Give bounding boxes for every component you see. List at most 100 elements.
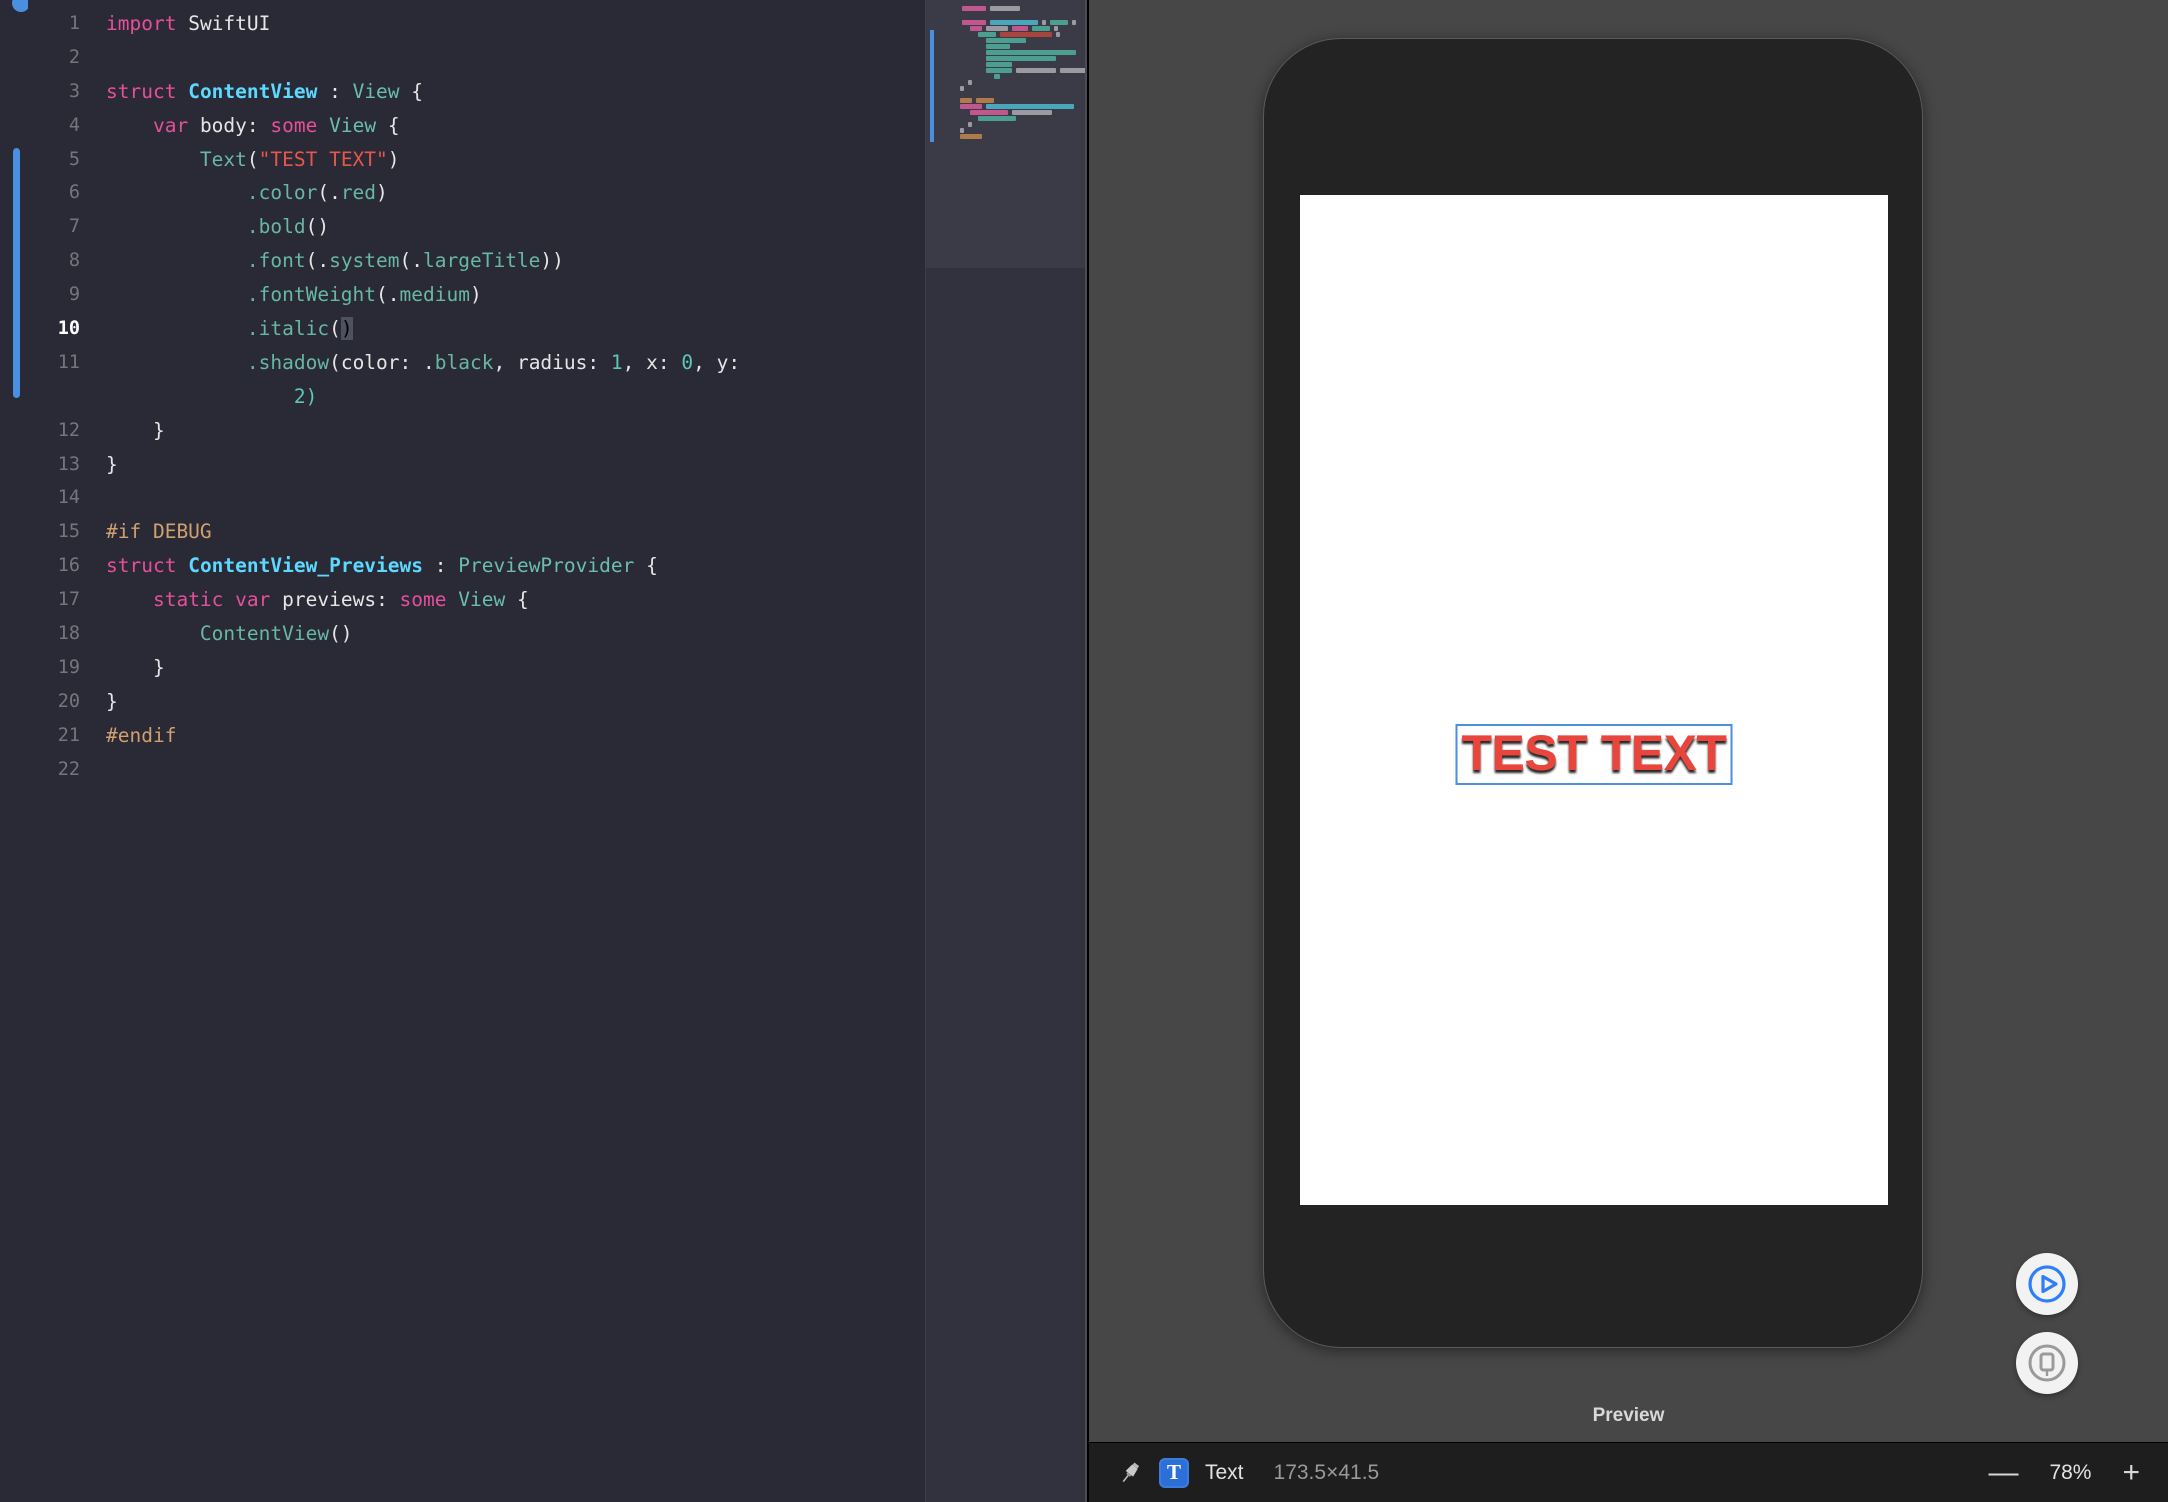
code-token: largeTitle xyxy=(423,249,541,273)
minimap-row xyxy=(960,104,982,109)
live-preview-button[interactable] xyxy=(2016,1253,2078,1315)
code-token: { xyxy=(634,554,658,578)
editor-scrollbar[interactable] xyxy=(1085,0,1087,1502)
code-text[interactable]: struct ContentView_Previews : PreviewPro… xyxy=(106,554,658,577)
code-token: } xyxy=(106,655,165,679)
device-screen[interactable]: TEST TEXT xyxy=(1300,195,1888,1205)
zoom-out-button[interactable]: — xyxy=(1988,1457,2018,1488)
code-text[interactable]: .shadow(color: .black, radius: 1, x: 0, … xyxy=(106,351,740,374)
code-text[interactable]: .italic() xyxy=(106,317,353,341)
code-token: #if DEBUG xyxy=(106,520,212,544)
line-number: 15 xyxy=(57,521,80,543)
code-token: 0 xyxy=(681,350,694,374)
code-text[interactable]: } xyxy=(106,419,165,442)
code-token: italic xyxy=(258,317,330,341)
minimap-row xyxy=(976,98,994,103)
code-token: ) xyxy=(305,384,318,408)
code-token: previews: xyxy=(270,588,400,612)
code-text[interactable]: } xyxy=(106,656,165,679)
code-token: () xyxy=(305,215,330,239)
code-token: ContentView_Previews xyxy=(188,554,424,578)
minimap-row xyxy=(990,20,1038,25)
minimap-row xyxy=(986,38,1026,43)
code-text[interactable]: .font(.system(.largeTitle)) xyxy=(106,249,564,272)
code-token: some xyxy=(270,113,318,137)
minimap-row xyxy=(1012,26,1028,31)
code-text[interactable]: #endif xyxy=(106,724,176,747)
zoom-in-button[interactable]: + xyxy=(2122,1457,2140,1488)
code-token: Text xyxy=(199,147,247,171)
code-token: } xyxy=(106,418,165,442)
line-number: 1 xyxy=(68,13,80,34)
minimap-row xyxy=(986,62,1012,67)
code-text[interactable]: } xyxy=(106,453,118,476)
pin-icon[interactable] xyxy=(1117,1460,1143,1486)
code-token: : xyxy=(317,79,353,103)
code-token: : xyxy=(587,350,611,374)
code-text[interactable]: } xyxy=(106,690,118,713)
code-token: static xyxy=(152,588,224,612)
code-text[interactable]: static var previews: some View { xyxy=(106,588,529,611)
preview-canvas[interactable]: TEST TEXT Preview xyxy=(1089,0,2168,1442)
minimap-row xyxy=(986,44,1010,49)
uncommitted-change-bar xyxy=(13,148,20,398)
code-text[interactable]: 2) xyxy=(106,384,318,408)
line-number: 9 xyxy=(68,284,80,306)
code-token: (. xyxy=(305,249,330,273)
line-number: 7 xyxy=(68,216,80,238)
line-number: 14 xyxy=(57,487,80,509)
source-editor-pane: 1 import SwiftUI 2 3 struct ContentView : Vi… xyxy=(0,0,1087,1502)
code-token: font xyxy=(258,249,306,273)
minimap-row xyxy=(968,122,972,127)
code-token: (. xyxy=(317,181,341,205)
code-token: { xyxy=(376,113,400,137)
code-text[interactable]: ContentView() xyxy=(106,622,353,645)
code-token: bold xyxy=(258,215,306,239)
code-token: : xyxy=(728,350,741,374)
status-bar-left-group: T Text 173.5×41.5 xyxy=(1117,1457,1379,1488)
minimap-row xyxy=(960,134,982,139)
minimap-row xyxy=(970,26,982,31)
code-text[interactable]: .fontWeight(.medium) xyxy=(106,283,482,306)
code-text[interactable]: .bold() xyxy=(106,215,329,238)
minimap-row xyxy=(970,110,1008,115)
minimap-row xyxy=(986,56,1056,61)
code-token: ) xyxy=(376,181,388,205)
code-text[interactable]: import SwiftUI xyxy=(106,12,270,35)
minimap-row xyxy=(960,98,972,103)
editor-gutter[interactable] xyxy=(0,0,30,1502)
line-number: 3 xyxy=(68,80,80,102)
code-token: black xyxy=(434,350,494,374)
editor-minimap[interactable] xyxy=(925,0,1087,1502)
code-token: ) xyxy=(469,283,482,307)
code-token: radius xyxy=(516,350,588,374)
code-text[interactable]: var body: some View { xyxy=(106,114,400,137)
line-number: 8 xyxy=(68,250,80,272)
code-token: View xyxy=(458,588,506,612)
code-token: SwiftUI xyxy=(188,12,271,35)
code-text[interactable]: #if DEBUG xyxy=(106,520,212,543)
zoom-level-value[interactable]: 78% xyxy=(2044,1461,2096,1485)
code-text[interactable]: .color(.red) xyxy=(106,181,388,204)
minimap-row xyxy=(986,26,1008,31)
line-number: 5 xyxy=(68,148,80,170)
selected-view-outline[interactable]: TEST TEXT xyxy=(1455,724,1733,785)
code-text[interactable]: struct ContentView : View { xyxy=(106,80,423,103)
code-token: : . xyxy=(399,350,435,374)
code-text[interactable]: Text("TEST TEXT") xyxy=(106,148,400,171)
duplicate-preview-button[interactable] xyxy=(2016,1332,2078,1394)
minimap-row xyxy=(1042,20,1046,25)
code-token: ( xyxy=(329,317,341,341)
code-token: . xyxy=(106,283,259,307)
preview-text-label[interactable]: TEST TEXT xyxy=(1462,725,1727,781)
code-token: "TEST TEXT" xyxy=(258,147,388,171)
code-token: () xyxy=(329,622,353,646)
code-token: shadow xyxy=(258,350,330,374)
minimap-row xyxy=(960,128,964,133)
minimap-row xyxy=(1054,26,1058,31)
